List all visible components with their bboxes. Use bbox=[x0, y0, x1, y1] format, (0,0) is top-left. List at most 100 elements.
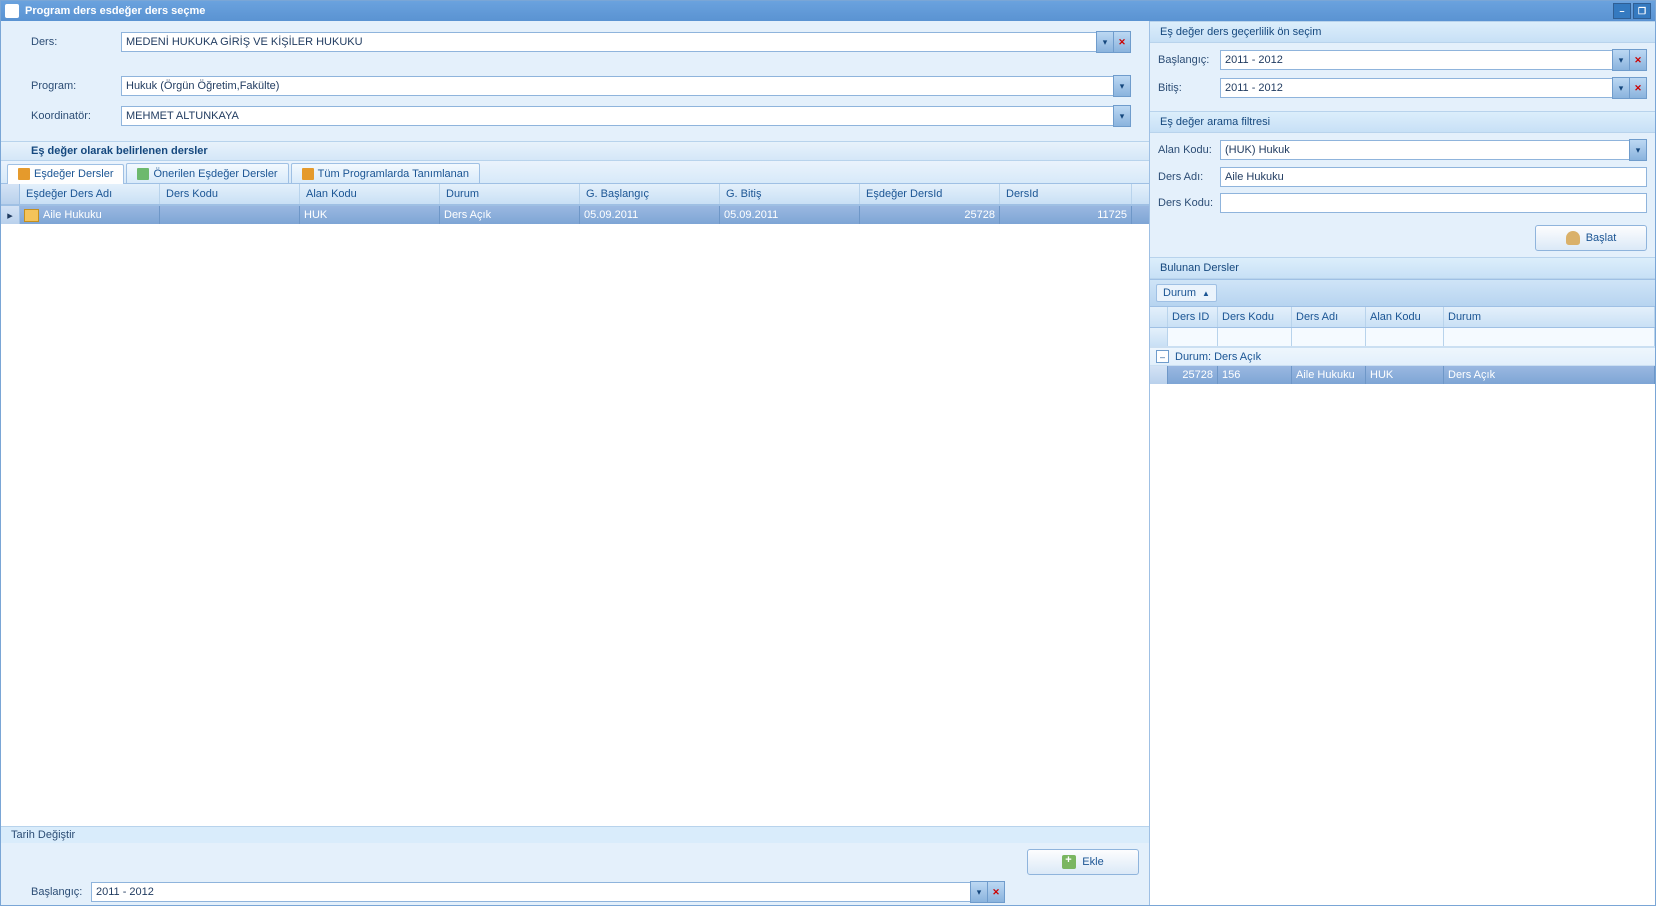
r-cell-dersadi: Aile Hukuku bbox=[1292, 366, 1366, 384]
left-pane: Ders: MEDENİ HUKUKA GİRİŞ VE KİŞİLER HUK… bbox=[1, 21, 1150, 905]
folder-icon bbox=[24, 209, 39, 222]
panel-validity-title: Eş değer ders geçerlilik ön seçim bbox=[1150, 21, 1655, 43]
program-value: Hukuk (Örgün Öğretim,Fakülte) bbox=[126, 80, 279, 92]
r-cell-alankodu: HUK bbox=[1366, 366, 1444, 384]
cell-g-baslangic: 05.09.2011 bbox=[580, 206, 720, 224]
group-chip-label: Durum bbox=[1163, 287, 1196, 299]
footer-clear-icon[interactable]: ✕ bbox=[987, 881, 1005, 903]
right-group-row[interactable]: – Durum: Ders Açık bbox=[1150, 347, 1655, 366]
footer-baslangic-label: Başlangıç: bbox=[31, 886, 91, 898]
r-col-derskodu[interactable]: Ders Kodu bbox=[1218, 307, 1292, 327]
koordinator-dropdown-icon[interactable]: ▾ bbox=[1113, 105, 1131, 127]
right-grid-body[interactable] bbox=[1150, 384, 1655, 905]
koordinator-value: MEHMET ALTUNKAYA bbox=[126, 110, 239, 122]
col-esdeger-dersid[interactable]: Eşdeğer DersId bbox=[860, 184, 1000, 204]
cell-g-bitis: 05.09.2011 bbox=[720, 206, 860, 224]
program-label: Program: bbox=[31, 80, 121, 92]
r-baslangic-value: 2011 - 2012 bbox=[1225, 54, 1283, 66]
right-grid-filter-row[interactable] bbox=[1150, 328, 1655, 347]
panel-found-title: Bulunan Dersler bbox=[1150, 257, 1655, 279]
r-alan-kodu-dropdown-icon[interactable]: ▾ bbox=[1629, 139, 1647, 161]
r-ders-kodu-field[interactable] bbox=[1220, 193, 1647, 213]
cell-text: Aile Hukuku bbox=[43, 209, 102, 221]
r-ders-adi-field[interactable]: Aile Hukuku bbox=[1220, 167, 1647, 187]
col-g-baslangic[interactable]: G. Başlangıç bbox=[580, 184, 720, 204]
r-ders-adi-value: Aile Hukuku bbox=[1225, 171, 1284, 183]
tab-icon bbox=[302, 168, 314, 180]
r-ders-kodu-label: Ders Kodu: bbox=[1158, 197, 1220, 209]
cell-alan-kodu: HUK bbox=[300, 206, 440, 224]
right-grid-header: Ders ID Ders Kodu Ders Adı Alan Kodu Dur… bbox=[1150, 307, 1655, 328]
restore-button[interactable]: ❐ bbox=[1633, 3, 1651, 19]
r-baslangic-dropdown-icon[interactable]: ▾ bbox=[1612, 49, 1630, 71]
ders-field[interactable]: MEDENİ HUKUKA GİRİŞ VE KİŞİLER HUKUKU bbox=[121, 32, 1097, 52]
baslat-button[interactable]: Başlat bbox=[1535, 225, 1647, 251]
group-bar: Durum ▲ bbox=[1150, 279, 1655, 307]
r-baslangic-label: Başlangıç: bbox=[1158, 54, 1220, 66]
r-col-alankodu[interactable]: Alan Kodu bbox=[1366, 307, 1444, 327]
tab-label: Tüm Programlarda Tanımlanan bbox=[318, 168, 469, 180]
tab-label: Önerilen Eşdeğer Dersler bbox=[153, 168, 277, 180]
collapse-icon[interactable]: – bbox=[1156, 350, 1169, 363]
right-pane: Eş değer ders geçerlilik ön seçim Başlan… bbox=[1150, 21, 1655, 905]
col-esdeger-ders-adi[interactable]: Eşdeğer Ders Adı bbox=[20, 184, 160, 204]
button-label: Başlat bbox=[1586, 232, 1617, 244]
r-ders-adi-label: Ders Adı: bbox=[1158, 171, 1220, 183]
r-bitis-dropdown-icon[interactable]: ▾ bbox=[1612, 77, 1630, 99]
row-indicator-icon: ▸ bbox=[1, 206, 20, 224]
cell-ders-adi: Aile Hukuku bbox=[20, 206, 160, 224]
r-bitis-label: Bitiş: bbox=[1158, 82, 1220, 94]
section-header: Eş değer olarak belirlenen dersler bbox=[1, 141, 1149, 161]
tab-onerilen[interactable]: Önerilen Eşdeğer Dersler bbox=[126, 163, 288, 183]
r-alan-kodu-field[interactable]: (HUK) Hukuk bbox=[1220, 140, 1630, 160]
koordinator-label: Koordinatör: bbox=[31, 110, 121, 122]
r-cell-derskodu: 156 bbox=[1218, 366, 1292, 384]
user-icon bbox=[1566, 231, 1580, 245]
cell-ders-kodu bbox=[160, 206, 300, 224]
tab-esdeger-dersler[interactable]: Eşdeğer Dersler bbox=[7, 164, 124, 184]
r-row-marker-header bbox=[1150, 307, 1168, 327]
r-cell-dersid: 25728 bbox=[1168, 366, 1218, 384]
grid-body[interactable]: ▸ Aile Hukuku HUK Ders Açık 05.09.2011 0… bbox=[1, 205, 1149, 826]
footer-dropdown-icon[interactable]: ▾ bbox=[970, 881, 988, 903]
footer-baslangic-field[interactable]: 2011 - 2012 bbox=[91, 882, 971, 902]
right-table-row[interactable]: 25728 156 Aile Hukuku HUK Ders Açık bbox=[1150, 366, 1655, 384]
ders-dropdown-icon[interactable]: ▾ bbox=[1096, 31, 1114, 53]
cell-ders-id: 11725 bbox=[1000, 206, 1132, 224]
col-ders-kodu[interactable]: Ders Kodu bbox=[160, 184, 300, 204]
r-baslangic-field[interactable]: 2011 - 2012 bbox=[1220, 50, 1613, 70]
cell-durum: Ders Açık bbox=[440, 206, 580, 224]
r-bitis-clear-icon[interactable]: ✕ bbox=[1629, 77, 1647, 99]
table-row[interactable]: ▸ Aile Hukuku HUK Ders Açık 05.09.2011 0… bbox=[1, 206, 1149, 224]
program-dropdown-icon[interactable]: ▾ bbox=[1113, 75, 1131, 97]
r-col-durum[interactable]: Durum bbox=[1444, 307, 1655, 327]
r-baslangic-clear-icon[interactable]: ✕ bbox=[1629, 49, 1647, 71]
r-col-dersid[interactable]: Ders ID bbox=[1168, 307, 1218, 327]
r-col-dersadi[interactable]: Ders Adı bbox=[1292, 307, 1366, 327]
program-field[interactable]: Hukuk (Örgün Öğretim,Fakülte) bbox=[121, 76, 1114, 96]
group-chip-durum[interactable]: Durum ▲ bbox=[1156, 284, 1217, 302]
r-row-indicator bbox=[1150, 366, 1168, 384]
minimize-button[interactable]: – bbox=[1613, 3, 1631, 19]
tarih-degistir-label: Tarih Değiştir bbox=[11, 829, 75, 841]
r-bitis-field[interactable]: 2011 - 2012 bbox=[1220, 78, 1613, 98]
ekle-button[interactable]: Ekle bbox=[1027, 849, 1139, 875]
app-window: Program ders esdeğer ders seçme – ❐ Ders… bbox=[0, 0, 1656, 906]
plus-icon bbox=[1062, 855, 1076, 869]
col-alan-kodu[interactable]: Alan Kodu bbox=[300, 184, 440, 204]
tab-tum-program[interactable]: Tüm Programlarda Tanımlanan bbox=[291, 163, 480, 183]
ders-clear-icon[interactable]: ✕ bbox=[1113, 31, 1131, 53]
koordinator-field[interactable]: MEHMET ALTUNKAYA bbox=[121, 106, 1114, 126]
button-label: Ekle bbox=[1082, 856, 1103, 868]
col-g-bitis[interactable]: G. Bitiş bbox=[720, 184, 860, 204]
col-durum[interactable]: Durum bbox=[440, 184, 580, 204]
tab-label: Eşdeğer Dersler bbox=[34, 168, 113, 180]
sort-asc-icon: ▲ bbox=[1202, 289, 1210, 298]
r-cell-durum: Ders Açık bbox=[1444, 366, 1655, 384]
window-title: Program ders esdeğer ders seçme bbox=[25, 5, 205, 17]
row-marker-header bbox=[1, 184, 20, 204]
col-dersid[interactable]: DersId bbox=[1000, 184, 1132, 204]
tabstrip: Eşdeğer Dersler Önerilen Eşdeğer Dersler… bbox=[1, 161, 1149, 184]
app-icon bbox=[5, 4, 19, 18]
tab-icon bbox=[137, 168, 149, 180]
